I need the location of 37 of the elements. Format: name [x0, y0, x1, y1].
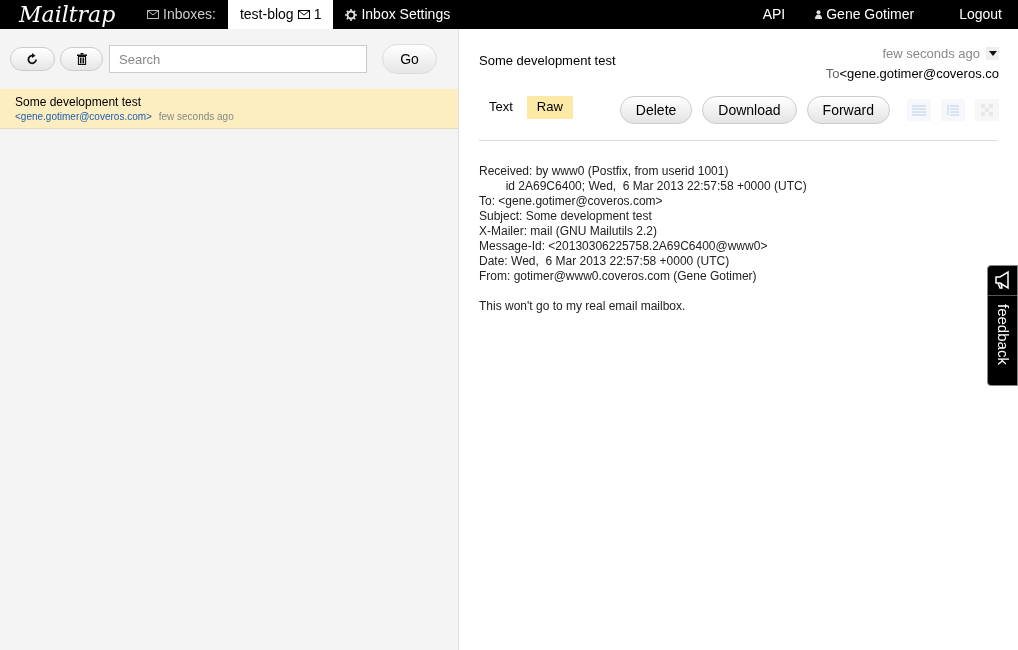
recipient-address: <gene.gotimer@coveros.co: [839, 65, 999, 81]
message-subject: Some development test: [479, 52, 616, 70]
to-label: To: [825, 65, 840, 81]
view-tab[interactable]: Raw: [526, 95, 573, 119]
message-time: few seconds ago: [158, 111, 234, 122]
caret-icon: [988, 51, 997, 57]
lines-icon: [912, 104, 926, 116]
sender-address: <gene.gotimer@coveros.com>: [15, 111, 152, 122]
envelope-icon: [147, 10, 159, 19]
message-subject: Some development test: [15, 94, 143, 110]
user-link[interactable]: Gene Gotimer: [815, 4, 915, 25]
logo[interactable]: Mailtrap: [19, 3, 129, 26]
list-icon: [947, 104, 959, 116]
action-button[interactable]: Delete: [619, 96, 693, 124]
action-button[interactable]: Forward: [806, 96, 890, 124]
raw-message-body: Received: by www0 (Postfix, from userid 1001) id 2A69C6400; Wed, 6 Mar 2013 22:57:58 +0000 (UTC) To: <gene.gotimer@coveros.com> Subject: Some development test X-Mailer: mail (GNU Mailutils 2.2) Message-Id: <20130306225758.2A69C6400@www0> Date: Wed, 6 Mar 2013 22:57:58 +0000 (UTC) From: gotimer@www0.coveros.com (Gene Gotimer) This won't go to my real email mailbox.: [479, 164, 808, 314]
envelope-icon: [297, 10, 310, 19]
trash-icon: [76, 53, 87, 65]
search-field[interactable]: Search: [109, 45, 367, 73]
api-link[interactable]: API: [762, 4, 786, 25]
feedback-label: feedback: [993, 304, 1013, 365]
dropdown-button[interactable]: [986, 47, 999, 61]
message-list-item[interactable]: Some development test <gene.gotimer@coveros.com> few seconds ago: [0, 89, 458, 129]
gear-icon: [345, 8, 358, 21]
feedback-tab[interactable]: feedback: [987, 265, 1018, 386]
refresh-icon: [27, 53, 38, 65]
inbox-settings-link[interactable]: Inbox Settings: [345, 4, 451, 25]
message-time: few seconds ago: [882, 45, 980, 63]
person-icon: [815, 10, 823, 19]
delete-all-button[interactable]: [60, 47, 103, 71]
inbox-tab[interactable]: test-blog 1: [227, 0, 334, 29]
inboxes-label: Inboxes:: [163, 5, 216, 24]
logout-link[interactable]: Logout: [959, 4, 1002, 25]
go-button[interactable]: Go: [382, 44, 437, 74]
view-tab[interactable]: Text: [479, 95, 523, 119]
refresh-button[interactable]: [10, 47, 55, 71]
action-button[interactable]: Download: [702, 96, 797, 124]
